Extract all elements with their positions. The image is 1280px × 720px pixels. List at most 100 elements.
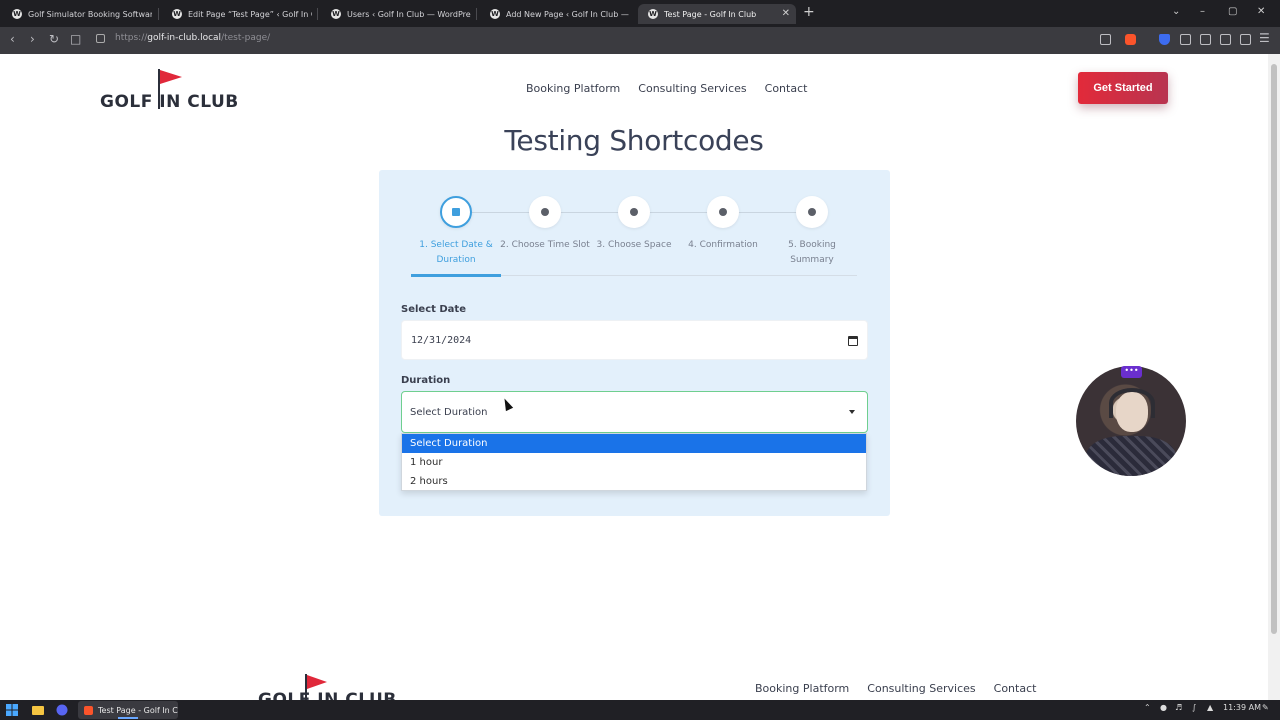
browser-tab[interactable]: W Golf Simulator Booking Software - <box>2 4 152 24</box>
browser-tab-active[interactable]: W Test Page - Golf In Club ✕ <box>638 4 796 24</box>
clock-time[interactable]: 11:39 AM <box>1223 703 1261 712</box>
os-taskbar: Test Page - Golf In Cl... ⌃ ● ♬ ∫ ▲ 11:3… <box>0 700 1280 720</box>
calendar-picker-icon[interactable] <box>848 336 858 346</box>
url-scheme: https:// <box>115 33 148 43</box>
new-tab-button[interactable]: + <box>803 4 815 20</box>
page-scrollbar[interactable] <box>1268 54 1280 700</box>
forward-icon[interactable]: › <box>30 32 35 46</box>
browser-tab[interactable]: W Add New Page ‹ Golf In Club — Wo <box>480 4 630 24</box>
reload-icon[interactable]: ↻ <box>49 32 59 46</box>
share-icon[interactable] <box>1100 34 1111 45</box>
step-select-date[interactable]: 1. Select Date & Duration <box>411 194 501 268</box>
brave-browser-icon <box>84 705 93 715</box>
calendar-icon <box>452 208 460 216</box>
tab-title: Edit Page “Test Page” ‹ Golf In Club <box>188 9 312 19</box>
notifications-icon[interactable]: ✎ <box>1262 703 1269 712</box>
get-started-button[interactable]: Get Started <box>1078 72 1168 104</box>
extensions-icon[interactable] <box>1180 34 1191 45</box>
step-label: 1. Select Date & Duration <box>419 240 493 265</box>
tab-title: Golf Simulator Booking Software - <box>28 9 152 19</box>
tab-search-icon[interactable]: ⌄ <box>1172 6 1180 17</box>
taskbar-browser-app[interactable]: Test Page - Golf In Cl... <box>78 701 178 719</box>
nav-consulting-services[interactable]: Consulting Services <box>638 82 746 95</box>
maximize-icon[interactable]: ▢ <box>1228 6 1237 17</box>
tray-overflow-icon[interactable]: ⌃ <box>1144 703 1151 712</box>
tab-separator <box>317 8 318 20</box>
date-input[interactable]: 12/31/2024 <box>401 320 868 360</box>
step-circle <box>796 196 828 228</box>
url-host: golf-in-club.local <box>147 33 222 43</box>
wifi-icon[interactable]: ▲ <box>1207 703 1213 712</box>
close-window-icon[interactable]: ✕ <box>1257 6 1265 17</box>
step-circle <box>707 196 739 228</box>
file-explorer-icon[interactable] <box>32 704 44 716</box>
site-logo[interactable]: GOLF IN CLUB <box>100 68 240 114</box>
sidebar-icon[interactable] <box>1220 34 1231 45</box>
date-label: Select Date <box>401 304 466 315</box>
leo-ai-icon[interactable] <box>1240 34 1251 45</box>
menu-icon[interactable]: ☰ <box>1259 31 1270 45</box>
golf-flag-icon <box>307 675 327 689</box>
back-icon[interactable]: ‹ <box>10 32 15 46</box>
duration-option[interactable]: 1 hour <box>402 453 866 472</box>
wordpress-icon: W <box>172 9 182 19</box>
footer-logo-text: GOLF IN CLUB <box>258 690 397 700</box>
webcam-person-shirt <box>1086 436 1176 476</box>
tab-separator <box>158 8 159 20</box>
bluetooth-icon[interactable]: ∫ <box>1192 703 1196 712</box>
step-circle <box>440 196 472 228</box>
step-circle <box>618 196 650 228</box>
scrollbar-thumb[interactable] <box>1271 64 1277 634</box>
url-field[interactable]: https:// golf-in-club.local /test-page/ <box>96 33 270 43</box>
browser-tab[interactable]: W Users ‹ Golf In Club — WordPress <box>321 4 471 24</box>
footer-nav: Booking Platform Consulting Services Con… <box>755 682 1036 695</box>
date-value: 12/31/2024 <box>411 334 472 346</box>
address-bar: ‹ › ↻ □ https:// golf-in-club.local /tes… <box>0 27 1280 54</box>
tab-title: Users ‹ Golf In Club — WordPress <box>347 9 471 19</box>
step-label: 5. Booking Summary <box>788 240 836 265</box>
golf-flag-icon <box>160 70 182 84</box>
speaker-icon[interactable]: ♬ <box>1175 703 1182 712</box>
step-confirmation[interactable]: 4. Confirmation <box>678 194 768 253</box>
check-circle-icon <box>808 208 816 216</box>
duration-select[interactable]: Select Duration <box>401 391 868 433</box>
bookmark-icon[interactable]: □ <box>70 32 81 46</box>
nav-contact[interactable]: Contact <box>765 82 808 95</box>
browser-tab-bar: W Golf Simulator Booking Software - W Ed… <box>0 0 1280 27</box>
step-booking-summary[interactable]: 5. Booking Summary <box>767 194 857 268</box>
tab-title: Test Page - Golf In Club <box>664 9 757 19</box>
url-path: /test-page/ <box>221 33 271 43</box>
step-choose-time[interactable]: 2. Choose Time Slot <box>500 194 590 253</box>
brave-shields-icon[interactable] <box>1125 34 1136 45</box>
duration-option[interactable]: Select Duration <box>402 434 866 453</box>
page-viewport: GOLF IN CLUB Booking Platform Consulting… <box>0 54 1268 700</box>
app-icon[interactable] <box>56 704 68 716</box>
webcam-menu-badge[interactable]: ••• <box>1121 366 1142 378</box>
duration-option[interactable]: 2 hours <box>402 472 866 491</box>
duration-dropdown-list: Select Duration 1 hour 2 hours <box>401 433 867 491</box>
close-tab-icon[interactable]: ✕ <box>782 8 790 19</box>
microphone-icon[interactable]: ● <box>1160 703 1167 712</box>
minimize-icon[interactable]: – <box>1200 6 1205 17</box>
downloads-icon[interactable] <box>1200 34 1211 45</box>
footer-nav-consulting-services[interactable]: Consulting Services <box>867 682 975 695</box>
booking-stepper: 1. Select Date & Duration 2. Choose Time… <box>411 194 857 284</box>
browser-tab[interactable]: W Edit Page “Test Page” ‹ Golf In Club <box>162 4 312 24</box>
wordpress-icon: W <box>331 9 341 19</box>
bitwarden-icon[interactable] <box>1159 34 1170 45</box>
footer-nav-contact[interactable]: Contact <box>994 682 1037 695</box>
windows-start-icon[interactable] <box>6 704 18 716</box>
duration-selected-value: Select Duration <box>410 406 488 418</box>
site-info-icon[interactable] <box>96 33 105 43</box>
stepper-progress-fill <box>411 274 501 277</box>
tab-title: Add New Page ‹ Golf In Club — Wo <box>506 9 630 19</box>
wordpress-icon: W <box>648 9 658 19</box>
nav-booking-platform[interactable]: Booking Platform <box>526 82 620 95</box>
step-choose-space[interactable]: 3. Choose Space <box>589 194 679 253</box>
taskbar-app-label: Test Page - Golf In Cl... <box>98 705 178 715</box>
footer-logo[interactable]: GOLF IN CLUB <box>258 674 398 700</box>
footer-nav-booking-platform[interactable]: Booking Platform <box>755 682 849 695</box>
page-title: Testing Shortcodes <box>504 124 764 157</box>
tab-separator <box>476 8 477 20</box>
duration-label: Duration <box>401 375 451 386</box>
